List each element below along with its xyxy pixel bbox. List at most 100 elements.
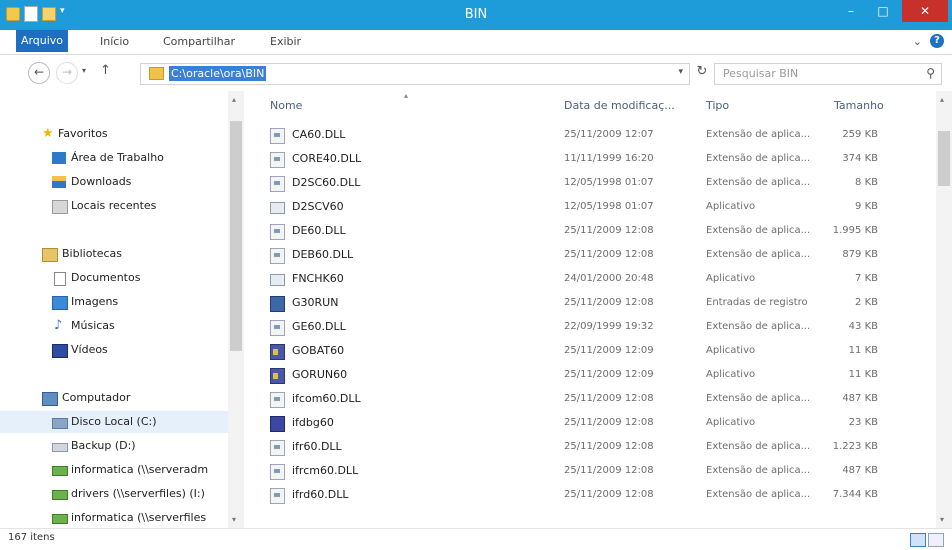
network-drive-icon (52, 490, 68, 500)
nav-label: Documentos (71, 271, 141, 284)
nav-pictures[interactable]: Imagens (0, 291, 228, 313)
nav-network-informatica[interactable]: informatica (\\serveradm (0, 459, 228, 481)
dll-icon (270, 152, 285, 168)
tab-exibir[interactable]: Exibir (270, 30, 301, 54)
file-type: Extensão de aplica... (706, 153, 811, 164)
nav-label: drivers (\\serverfiles) (I:) (71, 487, 205, 500)
file-type: Extensão de aplica... (706, 177, 811, 188)
hard-drive-icon (52, 418, 68, 429)
search-input[interactable]: Pesquisar BIN (723, 67, 798, 80)
star-icon: ★ (42, 126, 54, 141)
search-box[interactable]: Pesquisar BIN ⚲ (714, 63, 942, 85)
scroll-down-icon[interactable]: ▾ (940, 515, 944, 524)
scrollbar-thumb[interactable] (230, 121, 242, 351)
column-header-type[interactable]: Tipo (706, 99, 729, 112)
nav-music[interactable]: ♪ Músicas (0, 315, 228, 337)
file-size: 374 KB (842, 153, 878, 164)
column-header-size[interactable]: Tamanho (834, 99, 884, 112)
file-size: 7.344 KB (832, 489, 878, 500)
nav-downloads[interactable]: Downloads (0, 171, 228, 193)
file-type: Extensão de aplica... (706, 441, 811, 452)
table-row[interactable]: GE60.DLL 22/09/1999 19:32 Extensão de apli… (246, 316, 936, 338)
scrollbar-thumb[interactable] (938, 131, 950, 186)
table-row[interactable]: GOBAT60 25/11/2009 12:09 Aplicativo 11 KB (246, 340, 936, 362)
column-header-date[interactable]: Data de modificaç... (564, 99, 675, 112)
nav-label: informatica (\\serveradm (71, 463, 209, 476)
recent-locations-icon[interactable]: ▾ (82, 66, 86, 75)
nav-label: Computador (62, 391, 131, 404)
nav-label: Favoritos (58, 127, 108, 140)
tab-compartilhar[interactable]: Compartilhar (163, 30, 235, 54)
scroll-up-icon[interactable]: ▴ (232, 95, 236, 104)
table-row[interactable]: D2SC60.DLL 12/05/1998 01:07 Extensão de ap… (246, 172, 936, 194)
column-header-name[interactable]: Nome (270, 99, 302, 112)
documents-icon (54, 272, 66, 286)
search-icon[interactable]: ⚲ (926, 66, 935, 80)
nav-videos[interactable]: Vídeos (0, 339, 228, 361)
dll-icon (270, 488, 285, 504)
nav-recent-places[interactable]: Locais recentes (0, 195, 228, 217)
file-size: 23 KB (848, 417, 878, 428)
minimize-button[interactable]: – (836, 0, 866, 22)
address-path[interactable]: C:\oracle\ora\BIN (169, 66, 267, 81)
nav-backup-d[interactable]: Backup (D:) (0, 435, 228, 457)
address-bar[interactable]: C:\oracle\ora\BIN ▾ (140, 63, 690, 85)
file-size: 2 KB (855, 297, 878, 308)
file-type: Extensão de aplica... (706, 393, 811, 404)
close-button[interactable]: ✕ (902, 0, 948, 22)
nav-local-disk-c[interactable]: Disco Local (C:) (0, 411, 228, 433)
nav-label: Disco Local (C:) (71, 415, 157, 428)
table-row[interactable]: ifrcm60.DLL 25/11/2009 12:08 Extensão de a… (246, 460, 936, 482)
nav-computer[interactable]: Computador (0, 387, 228, 409)
forward-button[interactable]: → (56, 62, 78, 84)
file-date: 25/11/2009 12:07 (564, 129, 654, 140)
back-button[interactable]: ← (28, 62, 50, 84)
dll-icon (270, 320, 285, 336)
details-view-icon[interactable] (910, 533, 926, 547)
drive-icon (52, 443, 68, 452)
table-row[interactable]: FNCHK60 24/01/2000 20:48 Aplicativo 7 KB (246, 268, 936, 290)
table-row[interactable]: DE60.DLL 25/11/2009 12:08 Extensão de apli… (246, 220, 936, 242)
ribbon-expand-icon[interactable]: ⌄ (913, 35, 922, 48)
table-row[interactable]: CORE40.DLL 11/11/1999 16:20 Extensão de ap… (246, 148, 936, 170)
large-icons-view-icon[interactable] (928, 533, 944, 547)
file-date: 25/11/2009 12:08 (564, 225, 654, 236)
nav-desktop[interactable]: Área de Trabalho (0, 147, 228, 169)
nav-libraries[interactable]: Bibliotecas (0, 243, 228, 265)
nav-documents[interactable]: Documentos (0, 267, 228, 289)
table-row[interactable]: CA60.DLL 25/11/2009 12:07 Extensão de apli… (246, 124, 936, 146)
refresh-button[interactable]: ↻ (692, 64, 712, 82)
maximize-button[interactable]: □ (868, 0, 898, 22)
table-row[interactable]: D2SCV60 12/05/1998 01:07 Aplicativo 9 KB (246, 196, 936, 218)
table-row[interactable]: ifcom60.DLL 25/11/2009 12:08 Extensão de a… (246, 388, 936, 410)
nav-network-drivers[interactable]: drivers (\\serverfiles) (I:) (0, 483, 228, 505)
file-size: 9 KB (855, 201, 878, 212)
nav-favorites[interactable]: ★ Favoritos (0, 123, 228, 145)
file-date: 24/01/2000 20:48 (564, 273, 654, 284)
help-icon[interactable]: ? (930, 34, 944, 48)
tab-arquivo[interactable]: Arquivo (16, 30, 68, 52)
table-row[interactable]: DEB60.DLL 25/11/2009 12:08 Extensão de apl… (246, 244, 936, 266)
scroll-down-icon[interactable]: ▾ (232, 515, 236, 524)
file-date: 25/11/2009 12:08 (564, 297, 654, 308)
dll-icon (270, 392, 285, 408)
debugger-icon (270, 416, 285, 432)
file-type: Extensão de aplica... (706, 129, 811, 140)
file-name: ifrd60.DLL (292, 488, 349, 501)
table-row[interactable]: G30RUN 25/11/2009 12:08 Entradas de regist… (246, 292, 936, 314)
forms-app-icon (270, 344, 285, 360)
table-row[interactable]: GORUN60 25/11/2009 12:09 Aplicativo 11 KB (246, 364, 936, 386)
nav-network-informatica-2[interactable]: informatica (\\serverfiles (0, 507, 228, 528)
status-bar: 167 itens (0, 528, 952, 550)
file-date: 25/11/2009 12:08 (564, 417, 654, 428)
navigation-scrollbar[interactable]: ▴ ▾ (228, 91, 244, 528)
up-button[interactable]: ↑ (100, 63, 111, 78)
file-date: 22/09/1999 19:32 (564, 321, 654, 332)
table-row[interactable]: ifr60.DLL 25/11/2009 12:08 Extensão de apl… (246, 436, 936, 458)
table-row[interactable]: ifdbg60 25/11/2009 12:08 Aplicativo 23 KB (246, 412, 936, 434)
table-row[interactable]: ifrd60.DLL 25/11/2009 12:08 Extensão de ap… (246, 484, 936, 506)
file-list-scrollbar[interactable]: ▴ ▾ (936, 91, 952, 528)
scroll-up-icon[interactable]: ▴ (940, 95, 944, 104)
tab-inicio[interactable]: Início (100, 30, 129, 54)
address-dropdown-icon[interactable]: ▾ (678, 67, 683, 77)
